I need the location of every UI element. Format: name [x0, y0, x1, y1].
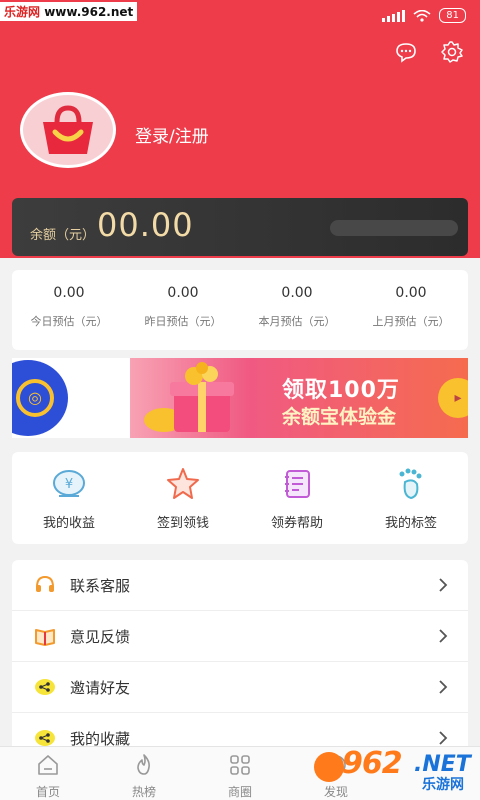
grid-icon — [230, 755, 250, 775]
chevron-right-icon — [439, 629, 448, 643]
balance-card[interactable]: 余额（元） 00.00 — [12, 198, 468, 256]
balance-action-placeholder — [330, 220, 458, 236]
stat-last-month[interactable]: 0.00 上月预估（元） — [354, 270, 468, 350]
footprint-icon — [399, 468, 422, 500]
wifi-icon — [413, 9, 431, 22]
stat-value: 0.00 — [395, 285, 427, 301]
tab-label: 商圈 — [227, 785, 252, 799]
stat-yesterday[interactable]: 0.00 昨日预估（元） — [126, 270, 240, 350]
settings-icon[interactable] — [440, 40, 464, 64]
gift-box-icon — [144, 362, 234, 432]
book-icon — [35, 629, 55, 646]
watermark-site-name: 乐游网 — [4, 5, 41, 19]
stat-label: 昨日预估（元） — [144, 315, 222, 328]
balance-value: 00.00 — [97, 206, 194, 244]
quick-label: 我的收益 — [42, 516, 95, 531]
settings-menu: 联系客服 意见反馈 邀请好友 我的收藏 — [12, 560, 468, 760]
fire-icon — [137, 754, 150, 775]
watermark-number: 962 — [342, 746, 403, 781]
banner-prev-slide: ◎ — [12, 360, 68, 436]
watermark-name: 乐游网 — [422, 777, 464, 793]
stat-value: 0.00 — [167, 285, 199, 301]
stat-label: 今日预估（元） — [30, 315, 108, 328]
watermark-url: www.962.net — [44, 5, 134, 19]
banner-subtitle: 余额宝体验金 — [282, 406, 397, 428]
menu-label: 邀请好友 — [70, 678, 131, 697]
stat-label: 本月预估（元） — [258, 315, 336, 328]
chevron-right-icon — [439, 731, 448, 745]
notebook-icon — [285, 470, 310, 498]
quick-actions: ¥ 我的收益 签到领钱 领券帮助 我的标签 — [12, 452, 468, 544]
quick-label: 我的标签 — [384, 516, 437, 531]
site-logo-watermark: 962 .NET 乐游网 — [314, 746, 472, 794]
home-icon — [38, 755, 58, 775]
quick-my-earnings[interactable]: ¥ 我的收益 — [12, 452, 126, 544]
balance-label: 余额（元） — [30, 228, 96, 243]
tab-business-circle[interactable]: 商圈 — [192, 747, 288, 800]
login-register-link[interactable]: 登录/注册 — [135, 122, 209, 147]
menu-label: 意见反馈 — [70, 627, 131, 646]
banner-title: 领取100万 — [282, 378, 400, 403]
quick-checkin[interactable]: 签到领钱 — [126, 452, 240, 544]
avatar[interactable] — [20, 92, 116, 168]
chevron-right-icon — [439, 680, 448, 694]
coin-icon: ◎ — [16, 379, 54, 417]
tab-hot-list[interactable]: 热榜 — [96, 747, 192, 800]
logo-ball-icon — [314, 752, 344, 782]
battery-indicator: 81 — [439, 8, 466, 23]
shopping-bag-logo-icon — [43, 105, 93, 154]
tab-label: 热榜 — [131, 785, 156, 799]
promo-banner[interactable]: ◎ 领取100万 余额宝体验金 ▸ — [12, 358, 468, 438]
menu-item-feedback[interactable]: 意见反馈 — [12, 611, 468, 662]
wallet-icon: ¥ — [53, 470, 85, 497]
menu-item-invite-friends[interactable]: 邀请好友 — [12, 662, 468, 713]
earnings-stats: 0.00 今日预估（元） 0.00 昨日预估（元） 0.00 本月预估（元） 0… — [12, 270, 468, 350]
status-indicators: 81 — [382, 8, 466, 23]
quick-label: 签到领钱 — [156, 516, 209, 531]
chevron-right-icon — [439, 578, 448, 592]
quick-label: 领券帮助 — [270, 516, 323, 531]
menu-label: 联系客服 — [70, 576, 131, 595]
quick-coupon-help[interactable]: 领券帮助 — [240, 452, 354, 544]
tab-label: 首页 — [35, 785, 60, 799]
stat-label: 上月预估（元） — [372, 315, 450, 328]
quick-my-tags[interactable]: 我的标签 — [354, 452, 468, 544]
header-actions — [394, 40, 464, 64]
tab-home[interactable]: 首页 — [0, 747, 96, 800]
message-icon[interactable] — [394, 40, 418, 64]
headset-icon — [36, 575, 54, 592]
svg-text:¥: ¥ — [65, 477, 73, 492]
star-icon — [167, 468, 199, 499]
stat-value: 0.00 — [53, 285, 85, 301]
menu-item-contact-support[interactable]: 联系客服 — [12, 560, 468, 611]
stat-this-month[interactable]: 0.00 本月预估（元） — [240, 270, 354, 350]
share-icon — [35, 679, 55, 695]
stat-today[interactable]: 0.00 今日预估（元） — [12, 270, 126, 350]
site-watermark: 乐游网 www.962.net — [0, 2, 138, 21]
status-bar: 乐游网 www.962.net 81 — [0, 0, 480, 28]
signal-icon — [382, 9, 406, 22]
stat-value: 0.00 — [281, 285, 313, 301]
